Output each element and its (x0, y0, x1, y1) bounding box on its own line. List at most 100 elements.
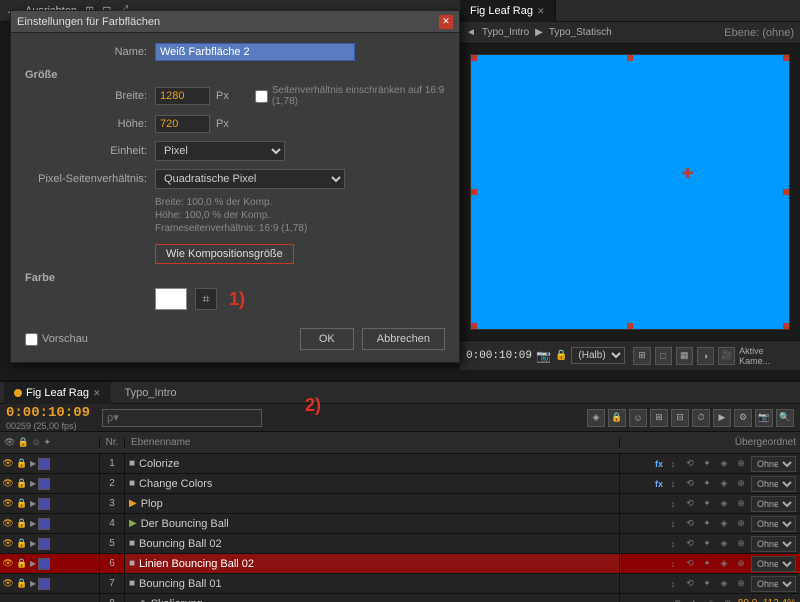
prop-icon-0-0[interactable]: ↕ (666, 457, 680, 471)
layer-row-8[interactable]: 8◆Skalierung↕⟲✦◈⊕89,0, 112,4% (0, 594, 800, 602)
prop-icon-3-2[interactable]: ✦ (700, 517, 714, 531)
unit-select[interactable]: Pixel (155, 141, 285, 161)
prop-icon-4-3[interactable]: ◈ (717, 537, 731, 551)
aspect-lock-checkbox[interactable] (255, 90, 268, 103)
quality-select[interactable]: (Halb) Voll Halb (571, 347, 625, 364)
tl-icon-expand[interactable]: ⊞ (650, 409, 668, 427)
prop-icon-5-2[interactable]: ✦ (700, 557, 714, 571)
layer-parent-select-4[interactable]: Ohne (751, 536, 796, 552)
channels-btn[interactable]: ▦ (676, 347, 693, 365)
prop-icon-0-3[interactable]: ◈ (717, 457, 731, 471)
height-input[interactable] (155, 115, 210, 133)
prop-icon-1-2[interactable]: ✦ (700, 477, 714, 491)
pixel-aspect-select[interactable]: Quadratische Pixel (155, 169, 345, 189)
prop-icon-7-3[interactable]: ◈ (704, 597, 718, 602)
eye-icon-6[interactable]: 👁 (2, 578, 14, 590)
prop-icon-5-0[interactable]: ↕ (666, 557, 680, 571)
prop-icon-7-4[interactable]: ⊕ (721, 597, 735, 602)
prop-icon-2-4[interactable]: ⊕ (734, 497, 748, 511)
layer-row-7[interactable]: 👁🔒▶7■Bouncing Ball 01↕⟲✦◈⊕Ohne (0, 574, 800, 594)
lock-icon-4[interactable]: 🔒 (16, 538, 28, 550)
prop-icon-3-0[interactable]: ↕ (666, 517, 680, 531)
layer-row-4[interactable]: 👁🔒▶4▶Der Bouncing Ball↕⟲✦◈⊕Ohne (0, 514, 800, 534)
prop-icon-2-0[interactable]: ↕ (666, 497, 680, 511)
prop-icon-6-2[interactable]: ✦ (700, 577, 714, 591)
prop-icon-6-1[interactable]: ⟲ (683, 577, 697, 591)
grid-btn[interactable]: ⊞ (633, 347, 650, 365)
preview-nav-typo-intro[interactable]: Typo_Intro (482, 27, 529, 38)
expand-arrow-0[interactable]: ▶ (30, 459, 36, 468)
eye-icon-2[interactable]: 👁 (2, 498, 14, 510)
layer-row-6[interactable]: 👁🔒▶6■Linien Bouncing Ball 02↕⟲✦◈⊕Ohne (0, 554, 800, 574)
expand-arrow-4[interactable]: ▶ (30, 539, 36, 548)
prop-icon-2-3[interactable]: ◈ (717, 497, 731, 511)
tl-icon-shy[interactable]: ☺ (629, 409, 647, 427)
name-input[interactable] (155, 43, 355, 61)
prop-icon-4-4[interactable]: ⊕ (734, 537, 748, 551)
preview-tab-figleaf[interactable]: Fig Leaf Rag ✕ (460, 0, 556, 22)
prop-icon-1-0[interactable]: ↕ (666, 477, 680, 491)
eyedropper-button[interactable]: ⌗ (195, 288, 217, 310)
prop-icon-2-2[interactable]: ✦ (700, 497, 714, 511)
layer-parent-select-0[interactable]: Ohne (751, 456, 796, 472)
prop-icon-4-0[interactable]: ↕ (666, 537, 680, 551)
layer-name-cell-0[interactable]: ■Colorize (125, 454, 620, 473)
layer-name-cell-1[interactable]: ■Change Colors (125, 474, 620, 493)
layer-row-2[interactable]: 👁🔒▶2■Change Colorsfx↕⟲✦◈⊕Ohne (0, 474, 800, 494)
layer-parent-select-1[interactable]: Ohne (751, 476, 796, 492)
lock-icon-2[interactable]: 🔒 (16, 498, 28, 510)
ok-button[interactable]: OK (300, 328, 354, 350)
timeline-tab-figleaf-close[interactable]: ✕ (93, 382, 101, 404)
eye-icon-1[interactable]: 👁 (2, 478, 14, 490)
prop-icon-5-3[interactable]: ◈ (717, 557, 731, 571)
lock-icon-0[interactable]: 🔒 (16, 458, 28, 470)
tl-icon-settings[interactable]: ⚙ (734, 409, 752, 427)
preview-nav-back[interactable]: ◄ (466, 27, 476, 38)
expand-arrow-2[interactable]: ▶ (30, 499, 36, 508)
camera-btn[interactable]: 🎥 (718, 347, 735, 365)
layer-row-3[interactable]: 👁🔒▶3▶Plop↕⟲✦◈⊕Ohne (0, 494, 800, 514)
tl-icon-time[interactable]: ⏱ (692, 409, 710, 427)
prop-icon-7-2[interactable]: ✦ (687, 597, 701, 602)
prop-icon-5-1[interactable]: ⟲ (683, 557, 697, 571)
timeline-tab-figleaf[interactable]: Fig Leaf Rag ✕ (4, 382, 111, 404)
timeline-tab-typo[interactable]: Typo_Intro (115, 382, 187, 404)
layer-parent-select-6[interactable]: Ohne (751, 576, 796, 592)
layer-name-cell-6[interactable]: ■Bouncing Ball 01 (125, 574, 620, 593)
timeline-search-input[interactable] (102, 409, 262, 427)
exposure-btn[interactable]: ◑ (697, 347, 714, 365)
lock-icon-1[interactable]: 🔒 (16, 478, 28, 490)
layer-row-1[interactable]: 👁🔒▶1■Colorizefx↕⟲✦◈⊕Ohne (0, 454, 800, 474)
eye-icon-5[interactable]: 👁 (2, 558, 14, 570)
layer-parent-select-3[interactable]: Ohne (751, 516, 796, 532)
width-input[interactable] (155, 87, 210, 105)
prop-icon-6-0[interactable]: ↕ (666, 577, 680, 591)
layer-parent-select-2[interactable]: Ohne (751, 496, 796, 512)
layer-name-cell-5[interactable]: ■Linien Bouncing Ball 02 (125, 554, 620, 573)
prop-icon-2-1[interactable]: ⟲ (683, 497, 697, 511)
prop-icon-0-4[interactable]: ⊕ (734, 457, 748, 471)
layer-parent-select-5[interactable]: Ohne (751, 556, 796, 572)
prop-icon-4-2[interactable]: ✦ (700, 537, 714, 551)
prop-icon-1-3[interactable]: ◈ (717, 477, 731, 491)
color-swatch[interactable] (155, 288, 187, 310)
preview-checkbox[interactable] (25, 333, 38, 346)
lock-icon-6[interactable]: 🔒 (16, 578, 28, 590)
layer-row-5[interactable]: 👁🔒▶5■Bouncing Ball 02↕⟲✦◈⊕Ohne (0, 534, 800, 554)
prop-icon-1-4[interactable]: ⊕ (734, 477, 748, 491)
layer-name-cell-4[interactable]: ■Bouncing Ball 02 (125, 534, 620, 553)
cancel-button[interactable]: Abbrechen (362, 328, 445, 350)
tl-icon-lock[interactable]: 🔒 (608, 409, 626, 427)
layer-name-cell-2[interactable]: ▶Plop (125, 494, 620, 513)
prop-icon-5-4[interactable]: ⊕ (734, 557, 748, 571)
dialog-close-button[interactable]: ✕ (439, 15, 453, 29)
eye-icon-3[interactable]: 👁 (2, 518, 14, 530)
lock-icon-3[interactable]: 🔒 (16, 518, 28, 530)
prop-icon-0-2[interactable]: ✦ (700, 457, 714, 471)
prop-icon-4-1[interactable]: ⟲ (683, 537, 697, 551)
layer-name-cell-3[interactable]: ▶Der Bouncing Ball (125, 514, 620, 533)
layer-name-cell-7[interactable]: ◆Skalierung (125, 594, 620, 602)
tl-icon-solo[interactable]: ◈ (587, 409, 605, 427)
eye-icon-4[interactable]: 👁 (2, 538, 14, 550)
safe-btn[interactable]: □ (655, 347, 672, 365)
